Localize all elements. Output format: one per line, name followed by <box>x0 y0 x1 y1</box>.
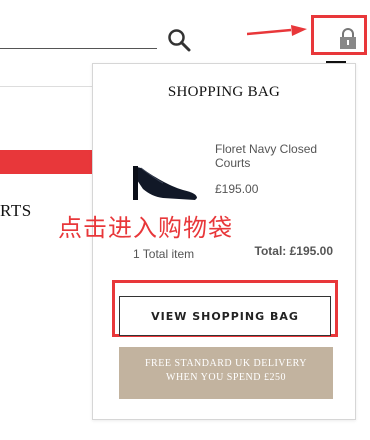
search-icon[interactable] <box>167 28 191 52</box>
search-input[interactable] <box>0 48 157 49</box>
padlock-bag-icon[interactable] <box>337 28 359 50</box>
page-heading-fragment: RTS <box>0 201 32 220</box>
dropdown-title: SHOPPING BAG <box>167 84 281 100</box>
annotation-text: 点击进入购物袋 <box>58 214 233 242</box>
product-name[interactable]: Floret Navy Closed Courts <box>215 142 340 170</box>
total-price: Total: £195.00 <box>254 244 333 258</box>
total-items: 1 Total item <box>133 247 195 261</box>
product-image[interactable] <box>127 156 199 202</box>
delivery-line-2: WHEN YOU SPEND £250 <box>166 372 286 383</box>
promo-banner <box>0 150 95 174</box>
free-delivery-banner: FREE STANDARD UK DELIVERY WHEN YOU SPEND… <box>119 347 333 399</box>
view-shopping-bag-button[interactable]: VIEW SHOPPING BAG <box>119 296 331 336</box>
delivery-line-1: FREE STANDARD UK DELIVERY <box>145 358 307 369</box>
header-divider <box>0 86 95 87</box>
product-price: £195.00 <box>215 182 259 196</box>
shopping-bag-dropdown: SHOPPING BAG Floret Navy Closed Courts £… <box>58 63 356 420</box>
annotation-arrow-icon <box>247 25 307 36</box>
